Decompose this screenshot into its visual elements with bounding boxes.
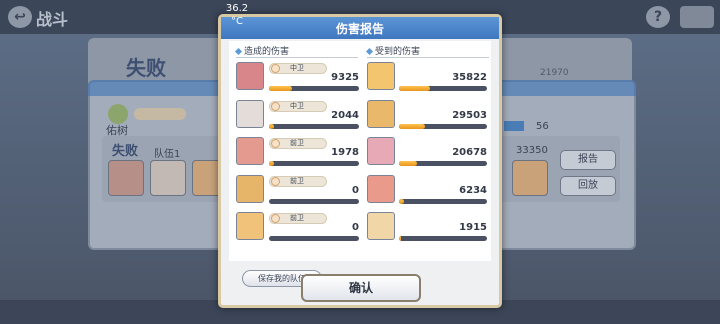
damage-bar — [399, 198, 487, 204]
diamond-bullet-icon — [234, 47, 243, 56]
unit-avatar — [236, 99, 264, 128]
damage-bar — [399, 123, 487, 129]
replay-button[interactable]: 回放 — [560, 176, 616, 196]
damage-report-dialog: 伤害报告 造成的伤害 受到的伤害 中卫 9325 中卫 2044 前卫 1978 前卫 0 前卫… — [218, 14, 502, 308]
team-label: 队伍1 — [154, 149, 181, 160]
damage-bar-fill — [269, 161, 275, 166]
damage-value: 2044 — [331, 109, 359, 121]
confirm-button[interactable]: 确认 — [301, 274, 421, 302]
damage-value: 29503 — [452, 109, 487, 121]
enemy-avatar — [367, 62, 395, 90]
team-defeat-label: 失败 — [112, 144, 139, 159]
damage-value: 35822 — [452, 72, 487, 83]
dealt-damage-label: 造成的伤害 — [244, 47, 290, 57]
temperature-readout: 36.2 °C — [222, 2, 252, 28]
position-icon — [271, 139, 280, 148]
team-score: 33350 — [516, 145, 548, 156]
damage-bar — [269, 236, 359, 241]
damage-value: 9325 — [331, 72, 359, 83]
damage-value: 0 — [352, 222, 359, 233]
enemy-avatar — [367, 174, 395, 203]
damage-value: 1915 — [459, 222, 487, 233]
screen-title: 战斗 — [36, 10, 69, 29]
player-level-icon — [108, 104, 128, 124]
damage-bar — [269, 198, 359, 204]
team-avatar — [150, 160, 186, 196]
damage-bar-fill — [399, 198, 405, 204]
position-icon — [271, 64, 280, 73]
damage-bar-fill — [399, 123, 425, 129]
back-icon[interactable]: ↩ — [8, 6, 32, 28]
received-damage-heading: 受到的伤害 — [365, 44, 421, 57]
damage-bar — [269, 86, 359, 91]
temperature-value: 36.2 °C — [225, 3, 249, 27]
progress-bar — [504, 121, 524, 131]
damage-value: 0 — [352, 184, 359, 196]
progress-value: 56 — [536, 121, 549, 132]
damage-value: 20678 — [452, 147, 487, 158]
position-icon — [271, 101, 280, 111]
enemy-avatar — [367, 99, 395, 128]
divider — [367, 57, 489, 58]
unit-avatar — [236, 212, 264, 240]
player-tag — [134, 108, 186, 120]
dialog-header: 伤害报告 — [221, 17, 499, 39]
enemy-avatar — [367, 212, 395, 240]
damage-bar — [269, 161, 359, 166]
unit-avatar — [236, 62, 264, 90]
enemy-avatar — [512, 160, 548, 196]
help-icon[interactable]: ? — [646, 6, 670, 28]
dialog-body: 造成的伤害 受到的伤害 中卫 9325 中卫 2044 前卫 1978 前卫 0 前卫 0 358… — [229, 41, 491, 287]
damage-bar — [269, 123, 359, 129]
dealt-damage-heading: 造成的伤害 — [234, 44, 290, 57]
menu-button[interactable] — [680, 6, 714, 28]
top-value: 21970 — [540, 68, 569, 78]
damage-bar-fill — [269, 86, 293, 91]
damage-value: 1978 — [331, 147, 359, 158]
received-damage-label: 受到的伤害 — [375, 47, 421, 57]
damage-bar-fill — [399, 161, 417, 166]
dialog-title: 伤害报告 — [335, 22, 384, 36]
damage-bar — [399, 161, 487, 166]
damage-bar — [399, 236, 487, 241]
report-button[interactable]: 报告 — [560, 150, 616, 170]
position-icon — [271, 214, 280, 223]
divider — [236, 57, 358, 58]
damage-bar-fill — [269, 123, 275, 129]
unit-avatar — [236, 174, 264, 203]
damage-bar-fill — [399, 236, 401, 241]
damage-value: 6234 — [459, 184, 487, 196]
position-icon — [271, 176, 280, 186]
unit-avatar — [236, 137, 264, 165]
enemy-avatar — [367, 137, 395, 165]
damage-bar — [399, 86, 487, 91]
team-avatar — [108, 160, 144, 196]
diamond-bullet-icon — [365, 47, 374, 56]
damage-bar-fill — [399, 86, 430, 91]
defeat-banner: 失败 — [126, 56, 166, 80]
